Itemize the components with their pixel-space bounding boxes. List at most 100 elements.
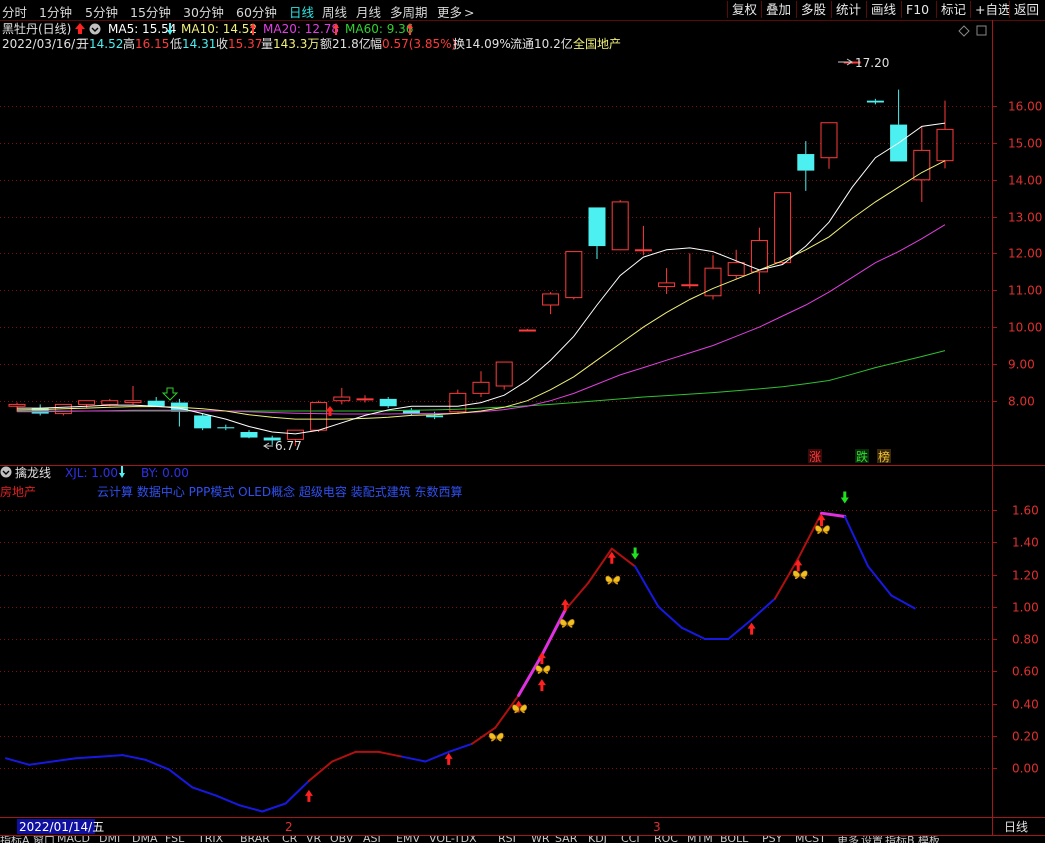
indicator-segment — [214, 794, 240, 807]
price-tick-label: 14.00 — [1008, 174, 1042, 188]
candle-body — [797, 154, 815, 171]
indicator-tab[interactable]: VOL-TDX — [429, 836, 477, 843]
chevron-down-icon[interactable] — [0, 466, 12, 478]
butterfly-icon — [815, 525, 830, 534]
candle — [240, 430, 258, 439]
indicator-tab[interactable]: ASI — [363, 836, 381, 843]
indicator-segment — [261, 802, 287, 813]
buy-arrow-icon — [747, 622, 756, 635]
svg-text:额: 额 — [320, 37, 332, 51]
min-annotation: 6.77 — [263, 439, 302, 453]
svg-text:低: 低 — [170, 37, 182, 51]
sector-label: 全国地产 — [573, 36, 621, 51]
red-up-arrow-icon — [326, 406, 334, 416]
indicator-segment — [820, 511, 847, 518]
close-value: 15.37 — [228, 37, 262, 51]
indicator-tab[interactable]: 设置 — [861, 836, 883, 843]
candle-body — [727, 262, 745, 277]
indicator-tab[interactable]: BRAR — [240, 836, 270, 843]
indicator-markers — [304, 491, 849, 802]
stock-chart-area[interactable]: 黑牡丹(日线) MA5: 15.54 MA10: 14.52 MA20: 12.… — [0, 0, 1045, 836]
indicator-tab[interactable]: 指标A — [0, 836, 30, 843]
indicator-segment — [401, 755, 427, 763]
price-tick-label: 13.00 — [1008, 211, 1042, 225]
indicator-tab[interactable]: DMI — [99, 836, 120, 843]
indicator-tab[interactable]: DMA — [132, 836, 158, 843]
indicator-tick-label: 1.20 — [1012, 569, 1039, 583]
chart-toggles[interactable] — [958, 25, 987, 37]
date-axis: 2022/01/14/五 2 3 日线 — [17, 819, 1028, 834]
candle — [124, 385, 142, 405]
butterfly-icon — [792, 570, 808, 580]
ohlc-info-line: 2022/03/16/三 开 14.52 高 16.15 低 14.31 收 1… — [2, 36, 621, 51]
min-price-label: 6.77 — [275, 439, 302, 453]
indicator-tab[interactable]: OBV — [330, 836, 353, 843]
indicator-segment — [890, 594, 916, 610]
candle — [565, 251, 583, 300]
candle-body — [240, 432, 258, 438]
candle-body — [820, 122, 838, 159]
indicator-segment — [447, 742, 473, 753]
svg-text:量: 量 — [261, 37, 273, 51]
ma5-label: MA5: 15.54 — [108, 22, 176, 36]
candle-body — [658, 282, 676, 288]
green-down-arrow-icon — [161, 387, 179, 401]
sector-left-label: 房地产 — [0, 484, 36, 499]
indicator-tab[interactable]: MCST — [795, 836, 826, 843]
candle-body — [542, 293, 560, 306]
indicator-tab[interactable]: 窗口 — [33, 836, 55, 843]
indicator-tab[interactable]: BOLL — [720, 836, 748, 843]
candle-body — [681, 284, 699, 287]
candle — [866, 98, 884, 105]
indicator-tab[interactable]: CR — [282, 836, 297, 843]
indicator-tab-bar: 指标A 窗口 MACD DMI DMA FSL TRIX BRAR CR VR OBV ASI EMV V… — [0, 836, 1045, 843]
indicator-tab[interactable]: ROC — [654, 836, 678, 843]
price-axis: 16.00 15.00 14.00 13.00 12.00 11.00 10.00 9.00 8… — [992, 100, 1042, 409]
svg-text:收: 收 — [216, 37, 228, 51]
indicator-tab[interactable]: VR — [306, 836, 321, 843]
indicator-tab[interactable]: WR — [531, 836, 550, 843]
candle — [472, 371, 490, 398]
candle-body — [310, 402, 328, 431]
indicator-segment — [750, 597, 776, 621]
indicator-tab[interactable]: 模板 — [918, 836, 940, 843]
indicator-tab[interactable]: TRIX — [198, 836, 223, 843]
indicator-tab[interactable]: FSL — [165, 836, 184, 843]
indicator-tab[interactable]: KDJ — [588, 836, 607, 843]
candle-body — [101, 400, 119, 405]
indicator-tick-label: 0.60 — [1012, 665, 1039, 679]
candle — [913, 126, 931, 202]
indicator-segment — [867, 565, 893, 597]
candle-body — [379, 398, 397, 407]
open-value: 14.52 — [89, 37, 123, 51]
indicator-tab[interactable]: SAR — [555, 836, 577, 843]
buy-arrow-icon — [817, 514, 826, 527]
indicator-tab[interactable]: EMV — [396, 836, 420, 843]
indicator-tab[interactable]: MACD — [57, 836, 90, 843]
indicator-segment — [564, 581, 590, 611]
indicator-segment — [680, 626, 706, 640]
indicator-segment — [238, 804, 264, 813]
indicator-tick-label: 1.40 — [1012, 536, 1039, 550]
candle-body — [333, 396, 351, 402]
rise-arrow-icon — [75, 23, 85, 34]
indicator-segment — [657, 605, 683, 629]
price-tick-label: 8.00 — [1008, 395, 1035, 409]
indicator-segment — [517, 653, 544, 697]
indicator-tab[interactable]: 指标B — [885, 836, 915, 843]
svg-text:幅: 幅 — [370, 36, 382, 51]
indicator-tab[interactable]: 更多 — [837, 836, 859, 843]
indicator-tab[interactable]: RSI — [498, 836, 516, 843]
indicator-tab[interactable]: PSY — [762, 836, 782, 843]
indicator-tab[interactable]: CCI — [621, 836, 640, 843]
price-tick-label: 16.00 — [1008, 100, 1042, 114]
ma-legend: 黑牡丹(日线) MA5: 15.54 MA10: 14.52 MA20: 12.… — [2, 21, 413, 36]
candle — [774, 192, 792, 265]
indicator-tab[interactable]: MTM — [687, 836, 713, 843]
chevron-down-icon[interactable] — [89, 23, 101, 35]
indicator-segment — [51, 757, 77, 763]
tag-rise: 涨 — [809, 449, 821, 464]
indicator-name: 擒龙线 — [15, 465, 51, 480]
candle-body — [866, 100, 884, 103]
price-tick-label: 12.00 — [1008, 247, 1042, 261]
